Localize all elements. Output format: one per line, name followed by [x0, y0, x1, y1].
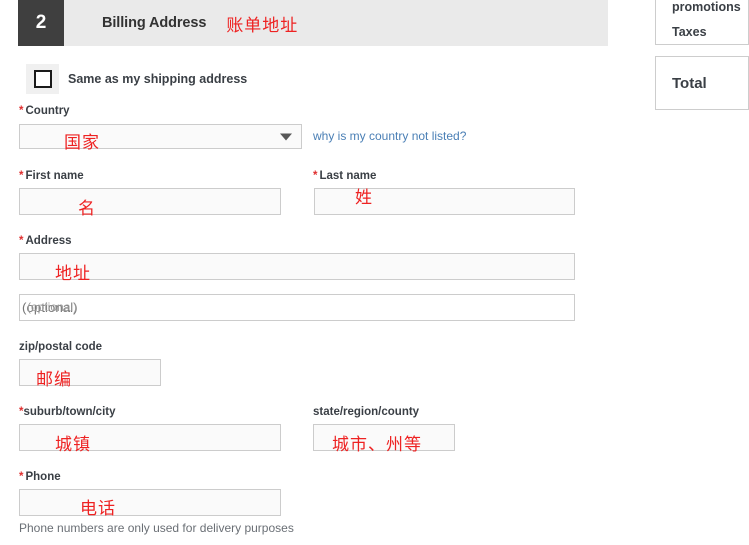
zip-label: zip/postal code [19, 341, 103, 353]
last-name-input[interactable] [314, 188, 575, 215]
summary-row-taxes: Taxes [672, 25, 707, 39]
billing-address-form: Same as my shipping address * Country 国家 … [0, 0, 620, 545]
summary-row-total: Total [672, 75, 707, 92]
order-summary-total-box: Total [655, 56, 749, 110]
zip-input[interactable] [19, 359, 161, 386]
same-as-shipping-row[interactable]: Same as my shipping address [26, 64, 247, 94]
required-asterisk: * [19, 235, 24, 247]
required-asterisk: * [19, 471, 24, 483]
country-select[interactable] [19, 124, 302, 149]
phone-helper-text: Phone numbers are only used for delivery… [19, 521, 294, 535]
address-label: * Address [19, 235, 72, 247]
phone-label: * Phone [19, 471, 61, 483]
country-not-listed-link[interactable]: why is my country not listed? [313, 129, 466, 143]
state-input[interactable] [313, 424, 455, 451]
chevron-down-icon[interactable] [280, 133, 292, 140]
required-asterisk: * [313, 170, 318, 182]
state-label: state/region/county [313, 406, 420, 418]
summary-row-promotions: promotions [672, 0, 741, 14]
suburb-input[interactable] [19, 424, 281, 451]
same-as-shipping-checkbox[interactable] [33, 70, 52, 88]
address-line2-input[interactable] [19, 294, 575, 321]
suburb-label: *suburb/town/city [19, 406, 116, 418]
required-asterisk: * [19, 170, 24, 182]
last-name-label: * Last name [313, 170, 377, 182]
phone-input[interactable] [19, 489, 281, 516]
same-as-shipping-label: Same as my shipping address [68, 72, 248, 86]
address-line2-placeholder: (optional) [27, 300, 78, 314]
first-name-label: * First name [19, 170, 84, 182]
required-asterisk: * [19, 105, 24, 117]
first-name-input[interactable] [19, 188, 281, 215]
checkbox-icon[interactable] [26, 64, 59, 94]
address-line1-input[interactable] [19, 253, 575, 280]
country-label: * Country [19, 105, 70, 117]
order-summary-panel: promotions Taxes [655, 0, 749, 45]
